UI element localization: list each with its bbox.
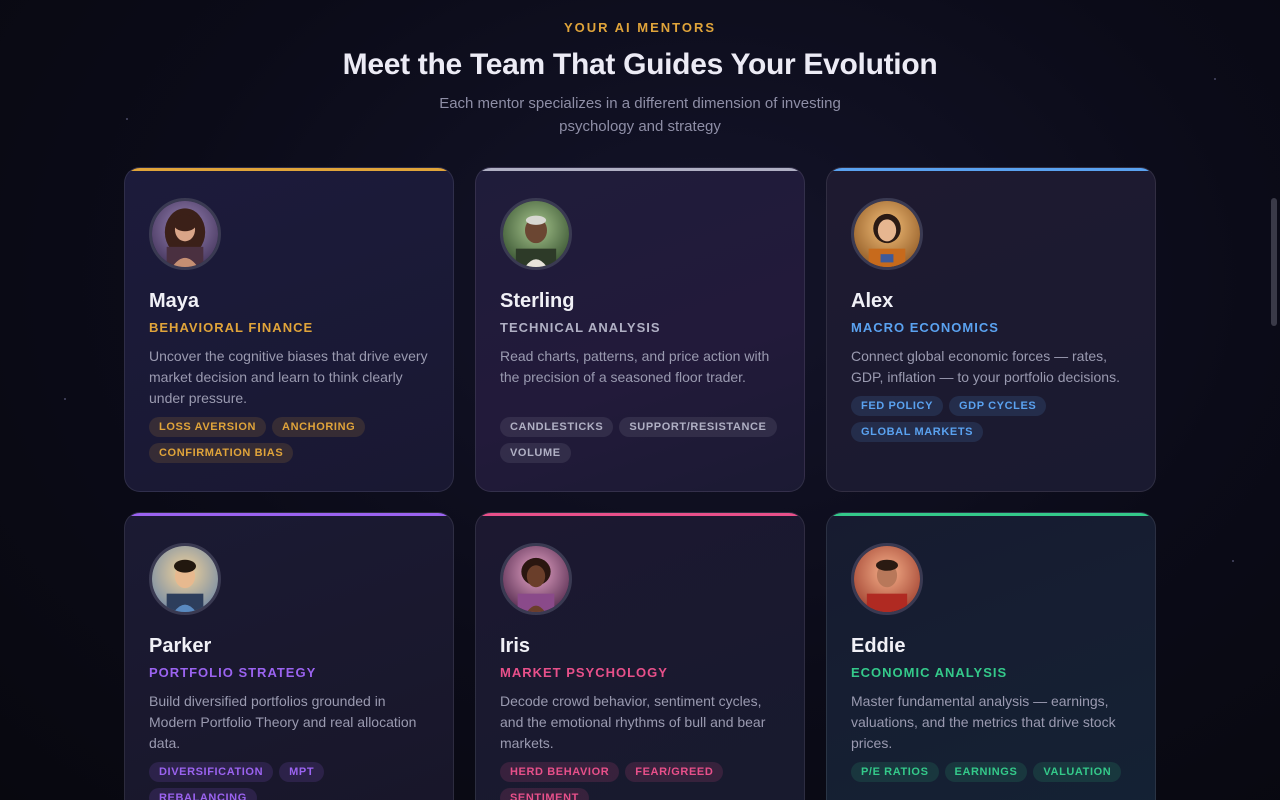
mentor-card-parker[interactable]: Parker PORTFOLIO STRATEGY Build diversif… [124, 512, 454, 800]
mentor-tag: LOSS AVERSION [149, 417, 267, 437]
mentor-card-alex[interactable]: Alex MACRO ECONOMICS Connect global econ… [826, 167, 1156, 492]
mentor-description: Read charts, patterns, and price action … [500, 348, 770, 385]
mentor-tag: MPT [279, 762, 325, 782]
mentor-tag: CANDLESTICKS [500, 417, 614, 437]
mentor-card-eddie[interactable]: Eddie ECONOMIC ANALYSIS Master fundament… [826, 512, 1156, 800]
mentor-tag: VALUATION [1033, 762, 1122, 782]
mentor-tag: FED POLICY [851, 396, 944, 416]
avatar-sterling [500, 198, 572, 270]
background-star [1232, 560, 1234, 562]
mentor-description: Connect global economic forces — rates, … [851, 348, 1120, 385]
mentor-name: Sterling [500, 290, 575, 312]
mentor-description: Build diversified portfolios grounded in… [149, 693, 417, 751]
mentor-tag: GDP CYCLES [949, 396, 1047, 416]
mentor-tag: SENTIMENT [500, 788, 589, 800]
mentor-tags: DIVERSIFICATION MPT REBALANCING [149, 762, 429, 800]
portrait-icon [152, 546, 218, 612]
mentor-tag: ANCHORING [272, 417, 366, 437]
portrait-icon [503, 546, 569, 612]
mentor-specialty: MARKET PSYCHOLOGY [500, 665, 668, 680]
mentor-specialty: TECHNICAL ANALYSIS [500, 320, 661, 335]
mentor-tag: P/E RATIOS [851, 762, 939, 782]
mentor-specialty: ECONOMIC ANALYSIS [851, 665, 1008, 680]
portrait-icon [503, 201, 569, 267]
mentor-tags: LOSS AVERSION ANCHORING CONFIRMATION BIA… [149, 417, 429, 463]
mentor-name: Parker [149, 635, 212, 657]
mentor-description: Master fundamental analysis — earnings, … [851, 693, 1116, 751]
mentor-tags: HERD BEHAVIOR FEAR/GREED SENTIMENT [500, 762, 780, 800]
mentor-tag: REBALANCING [149, 788, 257, 800]
background-star [64, 398, 66, 400]
mentor-tag: HERD BEHAVIOR [500, 762, 620, 782]
mentor-tags: FED POLICY GDP CYCLES GLOBAL MARKETS [851, 396, 1051, 442]
portrait-icon [152, 201, 218, 267]
mentor-specialty: MACRO ECONOMICS [851, 320, 999, 335]
avatar-iris [500, 543, 572, 615]
portrait-icon [854, 546, 920, 612]
page-scrollbar[interactable] [1271, 198, 1277, 326]
mentor-tags: CANDLESTICKS SUPPORT/RESISTANCE VOLUME [500, 417, 780, 463]
avatar-alex [851, 198, 923, 270]
section-header: YOUR AI MENTORS Meet the Team That Guide… [0, 20, 1280, 138]
mentor-tag: SUPPORT/RESISTANCE [619, 417, 777, 437]
avatar-maya [149, 198, 221, 270]
mentor-description: Uncover the cognitive biases that drive … [149, 348, 428, 406]
mentor-tag: DIVERSIFICATION [149, 762, 274, 782]
mentor-specialty: PORTFOLIO STRATEGY [149, 665, 317, 680]
mentor-tags: P/E RATIOS EARNINGS VALUATION [851, 762, 1131, 782]
avatar-parker [149, 543, 221, 615]
portrait-icon [854, 201, 920, 267]
mentor-specialty: BEHAVIORAL FINANCE [149, 320, 314, 335]
mentor-description: Decode crowd behavior, sentiment cycles,… [500, 693, 766, 751]
mentor-tag: CONFIRMATION BIAS [149, 443, 294, 463]
mentor-name: Iris [500, 635, 531, 657]
mentor-tag: VOLUME [500, 443, 571, 463]
mentor-name: Alex [851, 290, 894, 312]
mentor-name: Maya [149, 290, 200, 312]
mentor-tag: GLOBAL MARKETS [851, 422, 984, 442]
mentor-card-iris[interactable]: Iris MARKET PSYCHOLOGY Decode crowd beha… [475, 512, 805, 800]
section-subtitle: Each mentor specializes in a different d… [439, 95, 841, 135]
section-eyebrow: YOUR AI MENTORS [563, 20, 717, 35]
mentor-name: Eddie [851, 635, 906, 657]
mentor-tag: FEAR/GREED [625, 762, 724, 782]
mentor-card-sterling[interactable]: Sterling TECHNICAL ANALYSIS Read charts,… [475, 167, 805, 492]
section-title: Meet the Team That Guides Your Evolution [342, 48, 938, 81]
avatar-eddie [851, 543, 923, 615]
mentor-card-maya[interactable]: Maya BEHAVIORAL FINANCE Uncover the cogn… [124, 167, 454, 492]
mentor-tag: EARNINGS [944, 762, 1028, 782]
